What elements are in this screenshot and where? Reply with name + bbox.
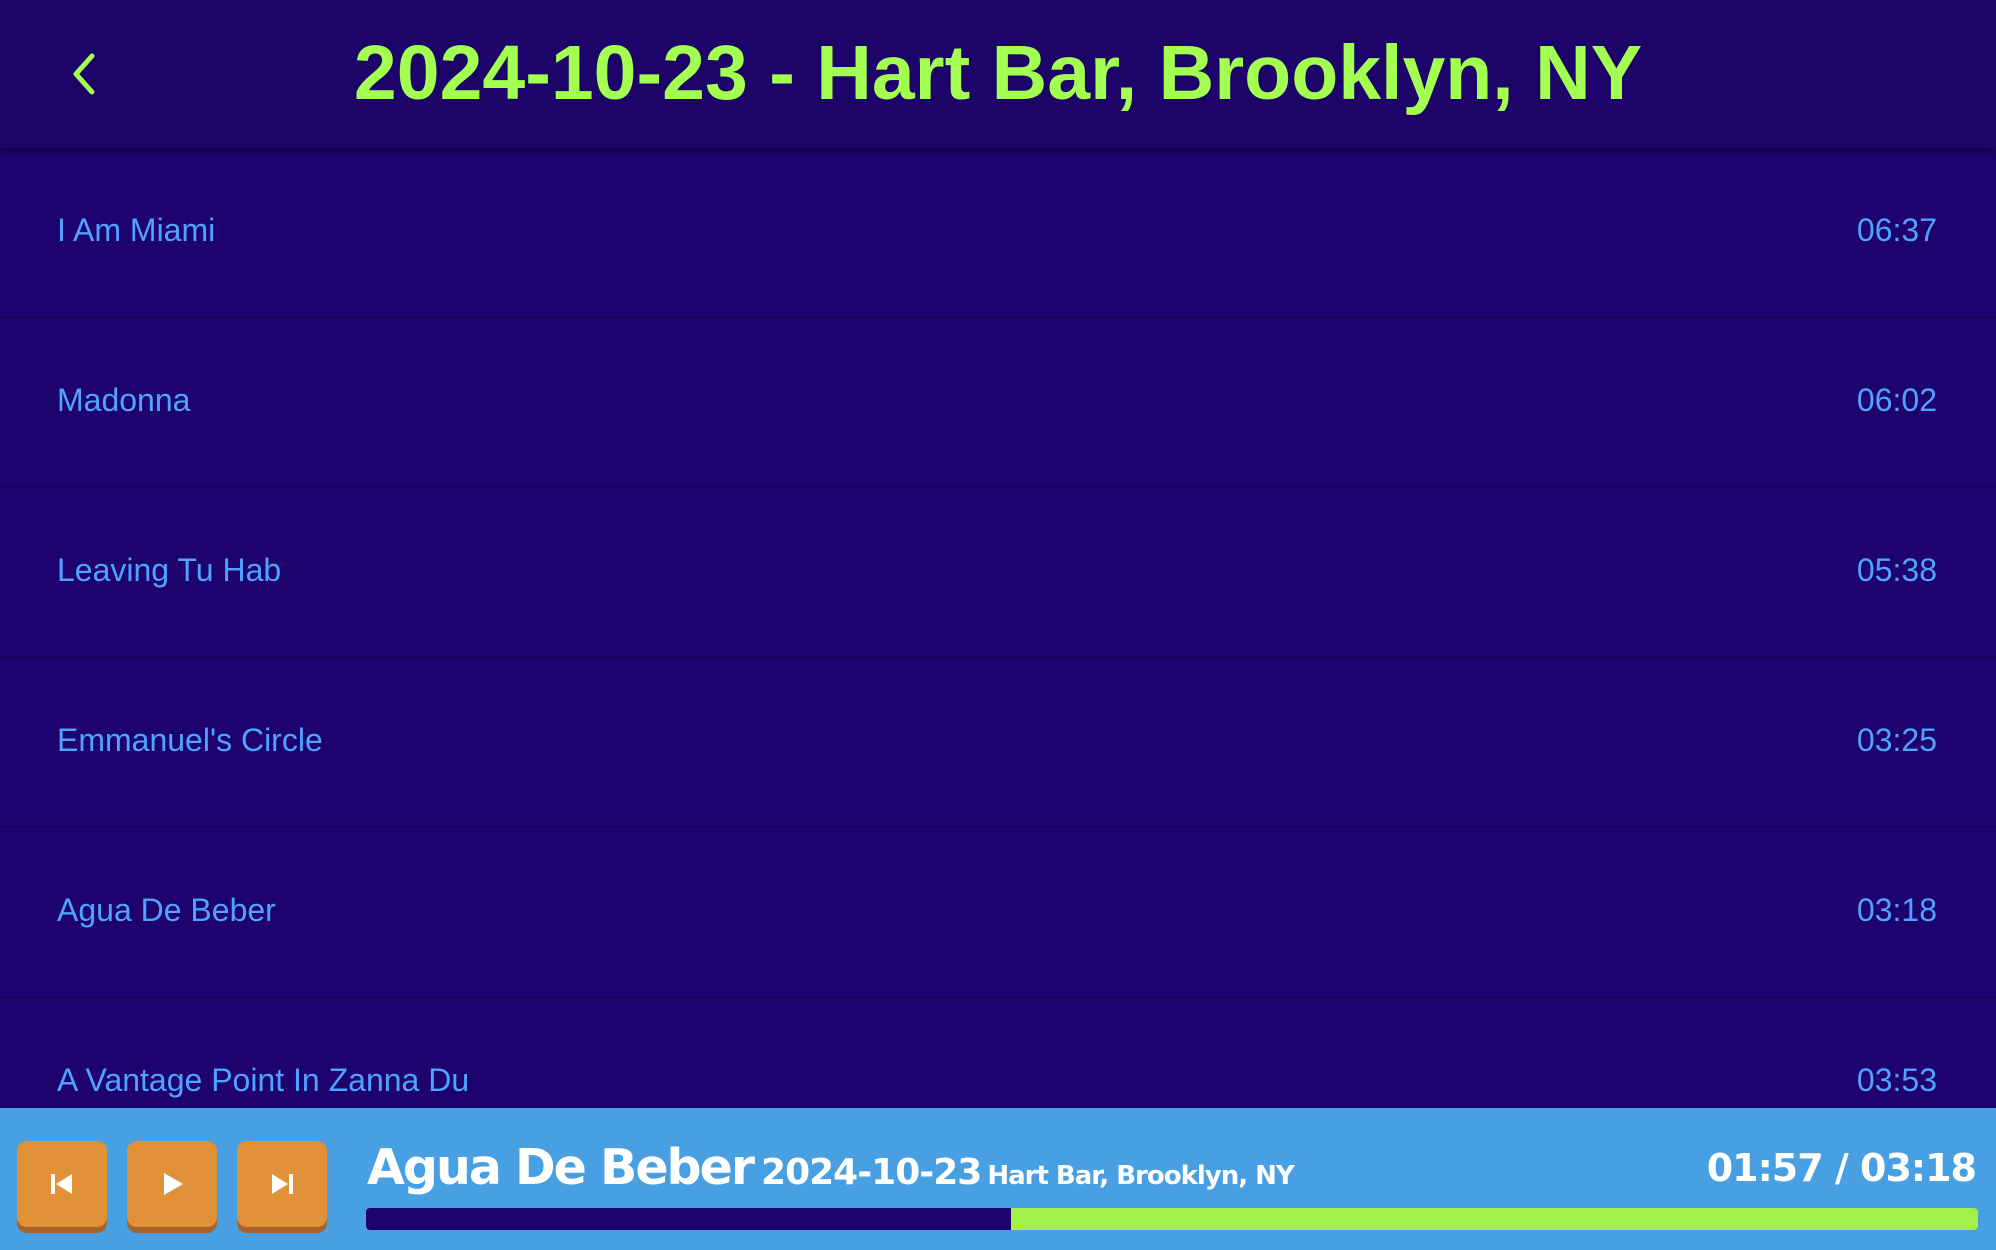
now-playing-date: 2024-10-23: [761, 1152, 982, 1193]
now-playing-venue: Hart Bar, Brooklyn, NY: [987, 1161, 1294, 1191]
skip-previous-icon: [51, 1174, 72, 1194]
track-name: Leaving Tu Hab: [57, 552, 282, 588]
track-duration: 03:53: [1856, 1062, 1937, 1098]
track-duration: 03:25: [1856, 722, 1937, 758]
playback-time: 01:57 / 03:18: [1706, 1146, 1977, 1190]
track-name: A Vantage Point In Zanna Du: [57, 1062, 470, 1098]
track-list: I Am Miami 06:37 Madonna 06:02 Leaving T…: [0, 148, 1996, 1108]
track-row[interactable]: Emmanuel's Circle 03:25: [0, 658, 1996, 828]
next-track-button[interactable]: [237, 1141, 327, 1227]
play-button[interactable]: [127, 1141, 217, 1227]
now-playing-title: Agua De Beber: [367, 1139, 755, 1196]
track-name: I Am Miami: [57, 212, 216, 248]
header-bar: 2024-10-23 - Hart Bar, Brooklyn, NY: [0, 0, 1996, 148]
skip-next-icon: [272, 1174, 293, 1194]
play-icon: [164, 1173, 183, 1195]
track-row[interactable]: A Vantage Point In Zanna Du 03:53: [0, 998, 1996, 1108]
previous-track-button[interactable]: [17, 1141, 107, 1227]
track-name: Agua De Beber: [57, 892, 276, 928]
track-duration: 06:37: [1856, 212, 1937, 248]
track-duration: 05:38: [1856, 552, 1937, 588]
track-row[interactable]: I Am Miami 06:37: [0, 148, 1996, 318]
track-duration: 06:02: [1856, 382, 1937, 418]
track-name: Emmanuel's Circle: [57, 722, 323, 758]
track-row[interactable]: Leaving Tu Hab 05:38: [0, 488, 1996, 658]
track-row[interactable]: Madonna 06:02: [0, 318, 1996, 488]
track-row[interactable]: Agua De Beber 03:18: [0, 828, 1996, 998]
page-title: 2024-10-23 - Hart Bar, Brooklyn, NY: [353, 30, 1643, 116]
progress-bar[interactable]: [366, 1208, 1978, 1230]
now-playing-info: Agua De Beber 2024-10-23 Hart Bar, Brookly…: [367, 1139, 1295, 1196]
progress-fill: [1010, 1208, 1978, 1230]
track-duration: 03:18: [1856, 892, 1937, 928]
track-name: Madonna: [57, 382, 191, 418]
